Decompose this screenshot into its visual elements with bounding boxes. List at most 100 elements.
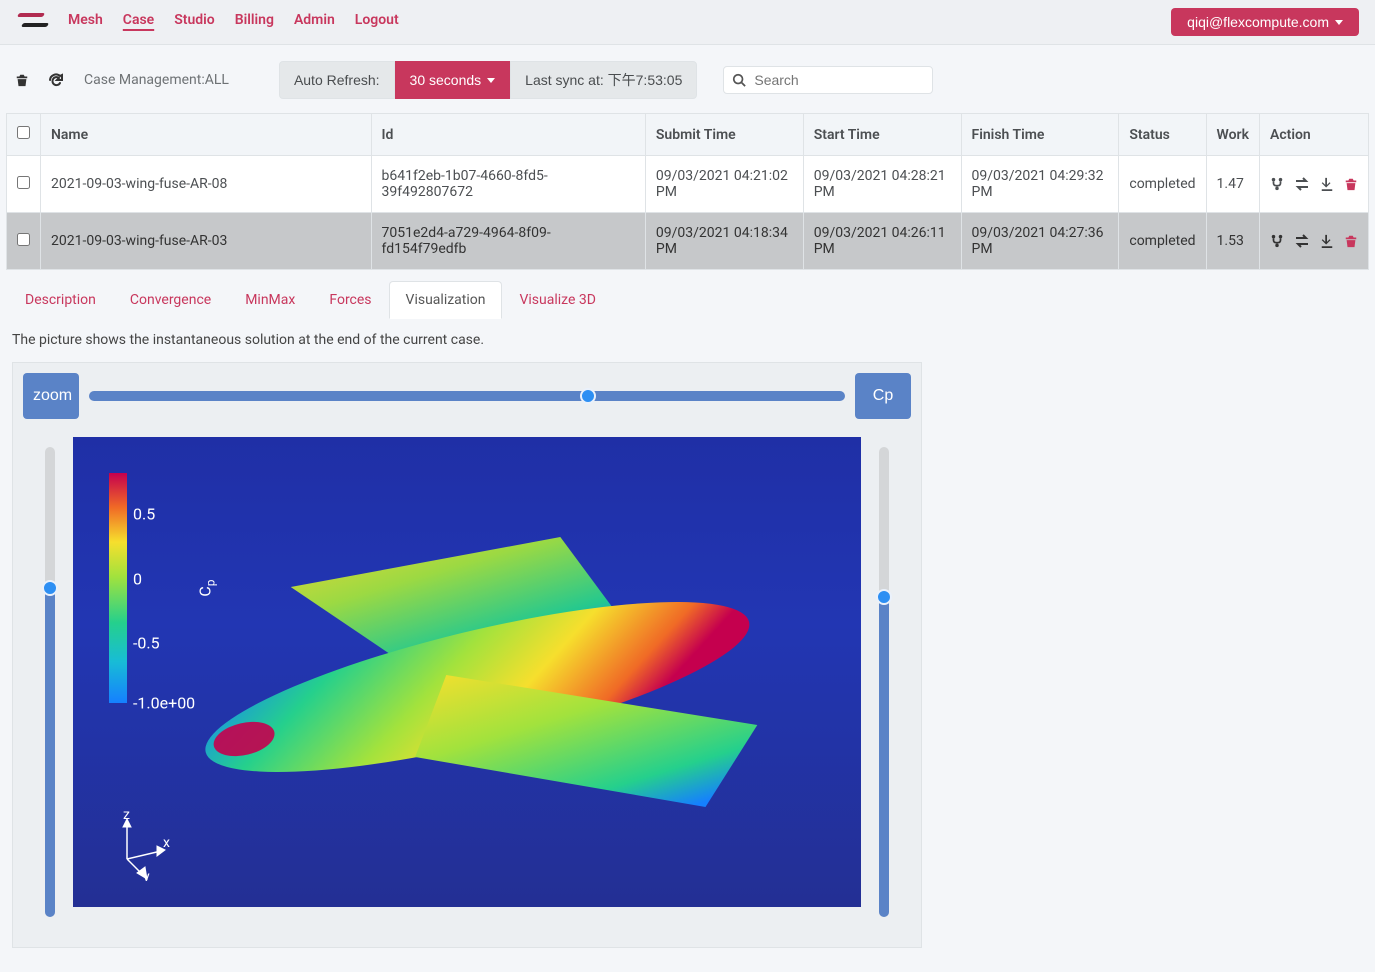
delete-icon[interactable] (10, 68, 34, 92)
fork-icon[interactable] (1270, 234, 1284, 248)
colorbar-tick: 0.5 (133, 505, 155, 524)
row-checkbox[interactable] (17, 233, 30, 246)
search-input[interactable] (752, 71, 924, 89)
download-icon[interactable] (1320, 177, 1334, 191)
cell-id: 7051e2d4-a729-4964-8f09-fd154f79edfb (371, 213, 645, 270)
col-submit[interactable]: Submit Time (645, 114, 803, 156)
search-icon (732, 73, 746, 87)
trash-icon[interactable] (1344, 234, 1358, 248)
chevron-down-icon (1335, 20, 1343, 25)
visualization-panel: zoom Cp (12, 362, 922, 948)
right-slider-col (869, 437, 899, 917)
nav-case[interactable]: Case (123, 12, 154, 32)
col-name[interactable]: Name (41, 114, 372, 156)
table-row[interactable]: 2021-09-03-wing-fuse-AR-037051e2d4-a729-… (7, 213, 1369, 270)
zoom-button[interactable]: zoom (23, 373, 79, 419)
cell-actions (1259, 213, 1368, 270)
autorefresh-group: Auto Refresh: 30 seconds Last sync at: 下… (279, 61, 697, 99)
right-slider-fill (879, 597, 889, 917)
fork-icon[interactable] (1270, 177, 1284, 191)
col-work[interactable]: Work (1206, 114, 1259, 156)
solution-render[interactable]: 0.5 0 -0.5 -1.0e+00 C z x y (73, 437, 861, 907)
right-vertical-slider[interactable] (878, 447, 890, 917)
tab-forces[interactable]: Forces (312, 281, 388, 318)
cell-work: 1.47 (1206, 156, 1259, 213)
right-slider-thumb[interactable] (876, 589, 892, 605)
case-toolbar: Case Management:ALL Auto Refresh: 30 sec… (0, 45, 1375, 113)
row-checkbox[interactable] (17, 176, 30, 189)
search-field[interactable] (723, 66, 933, 94)
col-start[interactable]: Start Time (803, 114, 961, 156)
left-vertical-slider[interactable] (44, 447, 56, 917)
cell-name: 2021-09-03-wing-fuse-AR-08 (41, 156, 372, 213)
cell-id: b641f2eb-1b07-4660-8fd5-39f492807672 (371, 156, 645, 213)
col-action: Action (1259, 114, 1368, 156)
refresh-icon[interactable] (44, 68, 68, 92)
horizontal-slider-track (89, 391, 845, 401)
case-table: Name Id Submit Time Start Time Finish Ti… (6, 113, 1369, 270)
tab-convergence[interactable]: Convergence (113, 281, 228, 318)
col-id[interactable]: Id (371, 114, 645, 156)
swap-icon[interactable] (1294, 177, 1310, 191)
chevron-down-icon (487, 78, 495, 83)
field-button[interactable]: Cp (855, 373, 911, 419)
svg-text:z: z (123, 811, 130, 823)
col-status[interactable]: Status (1119, 114, 1206, 156)
left-slider-fill (45, 588, 55, 917)
left-slider-thumb[interactable] (42, 580, 58, 596)
cell-start: 09/03/2021 04:26:11 PM (803, 213, 961, 270)
cell-submit: 09/03/2021 04:21:02 PM (645, 156, 803, 213)
colorbar-tick: -1.0e+00 (133, 694, 195, 713)
table-row[interactable]: 2021-09-03-wing-fuse-AR-08b641f2eb-1b07-… (7, 156, 1369, 213)
cell-work: 1.53 (1206, 213, 1259, 270)
case-filter-label: Case Management:ALL (84, 72, 229, 88)
left-slider-col (35, 437, 65, 917)
download-icon[interactable] (1320, 234, 1334, 248)
horizontal-slider-thumb[interactable] (580, 388, 596, 404)
navbar: Mesh Case Studio Billing Admin Logout qi… (0, 0, 1375, 45)
colorbar-tick: 0 (133, 569, 142, 588)
last-sync-prefix: Last sync at: (525, 72, 607, 88)
tab-visualization[interactable]: Visualization (389, 281, 503, 319)
nav-studio[interactable]: Studio (174, 12, 215, 32)
colorbar (109, 473, 127, 703)
svg-text:x: x (163, 835, 170, 851)
select-all-checkbox[interactable] (17, 126, 30, 139)
trash-icon[interactable] (1344, 177, 1358, 191)
case-table-wrap: Name Id Submit Time Start Time Finish Ti… (0, 113, 1375, 270)
viz-body: 0.5 0 -0.5 -1.0e+00 C z x y (13, 429, 921, 947)
horizontal-slider[interactable] (89, 390, 845, 402)
nav-mesh[interactable]: Mesh (68, 12, 103, 32)
detail-tabs: DescriptionConvergenceMinMaxForcesVisual… (8, 280, 1367, 318)
table-header-row: Name Id Submit Time Start Time Finish Ti… (7, 114, 1369, 156)
brand-logo (16, 11, 46, 33)
tab-description[interactable]: Description (8, 281, 113, 318)
user-menu-button[interactable]: qiqi@flexcompute.com (1171, 8, 1359, 36)
cell-status: completed (1119, 156, 1206, 213)
tab-minmax[interactable]: MinMax (228, 281, 312, 318)
visualization-description: The picture shows the instantaneous solu… (0, 326, 1375, 362)
cell-status: completed (1119, 213, 1206, 270)
last-sync-time: 下午7:53:05 (608, 72, 683, 88)
colorbar-axis-label: C (195, 580, 217, 597)
nav-billing[interactable]: Billing (235, 12, 274, 32)
cell-name: 2021-09-03-wing-fuse-AR-03 (41, 213, 372, 270)
cell-start: 09/03/2021 04:28:21 PM (803, 156, 961, 213)
autorefresh-interval-select[interactable]: 30 seconds (395, 61, 511, 99)
cell-finish: 09/03/2021 04:29:32 PM (961, 156, 1119, 213)
cell-submit: 09/03/2021 04:18:34 PM (645, 213, 803, 270)
colorbar-tick: -0.5 (133, 634, 160, 653)
tab-visualize-3d[interactable]: Visualize 3D (502, 281, 612, 318)
axes-gizmo: z x y (107, 811, 177, 881)
autorefresh-label-button[interactable]: Auto Refresh: (279, 61, 395, 99)
user-email-label: qiqi@flexcompute.com (1187, 14, 1329, 30)
col-finish[interactable]: Finish Time (961, 114, 1119, 156)
last-sync-button[interactable]: Last sync at: 下午7:53:05 (510, 61, 697, 99)
swap-icon[interactable] (1294, 234, 1310, 248)
svg-text:y: y (143, 869, 150, 881)
nav-logout[interactable]: Logout (355, 12, 399, 32)
autorefresh-value: 30 seconds (410, 72, 482, 88)
cell-actions (1259, 156, 1368, 213)
viz-top-controls: zoom Cp (13, 363, 921, 429)
nav-admin[interactable]: Admin (294, 12, 335, 32)
